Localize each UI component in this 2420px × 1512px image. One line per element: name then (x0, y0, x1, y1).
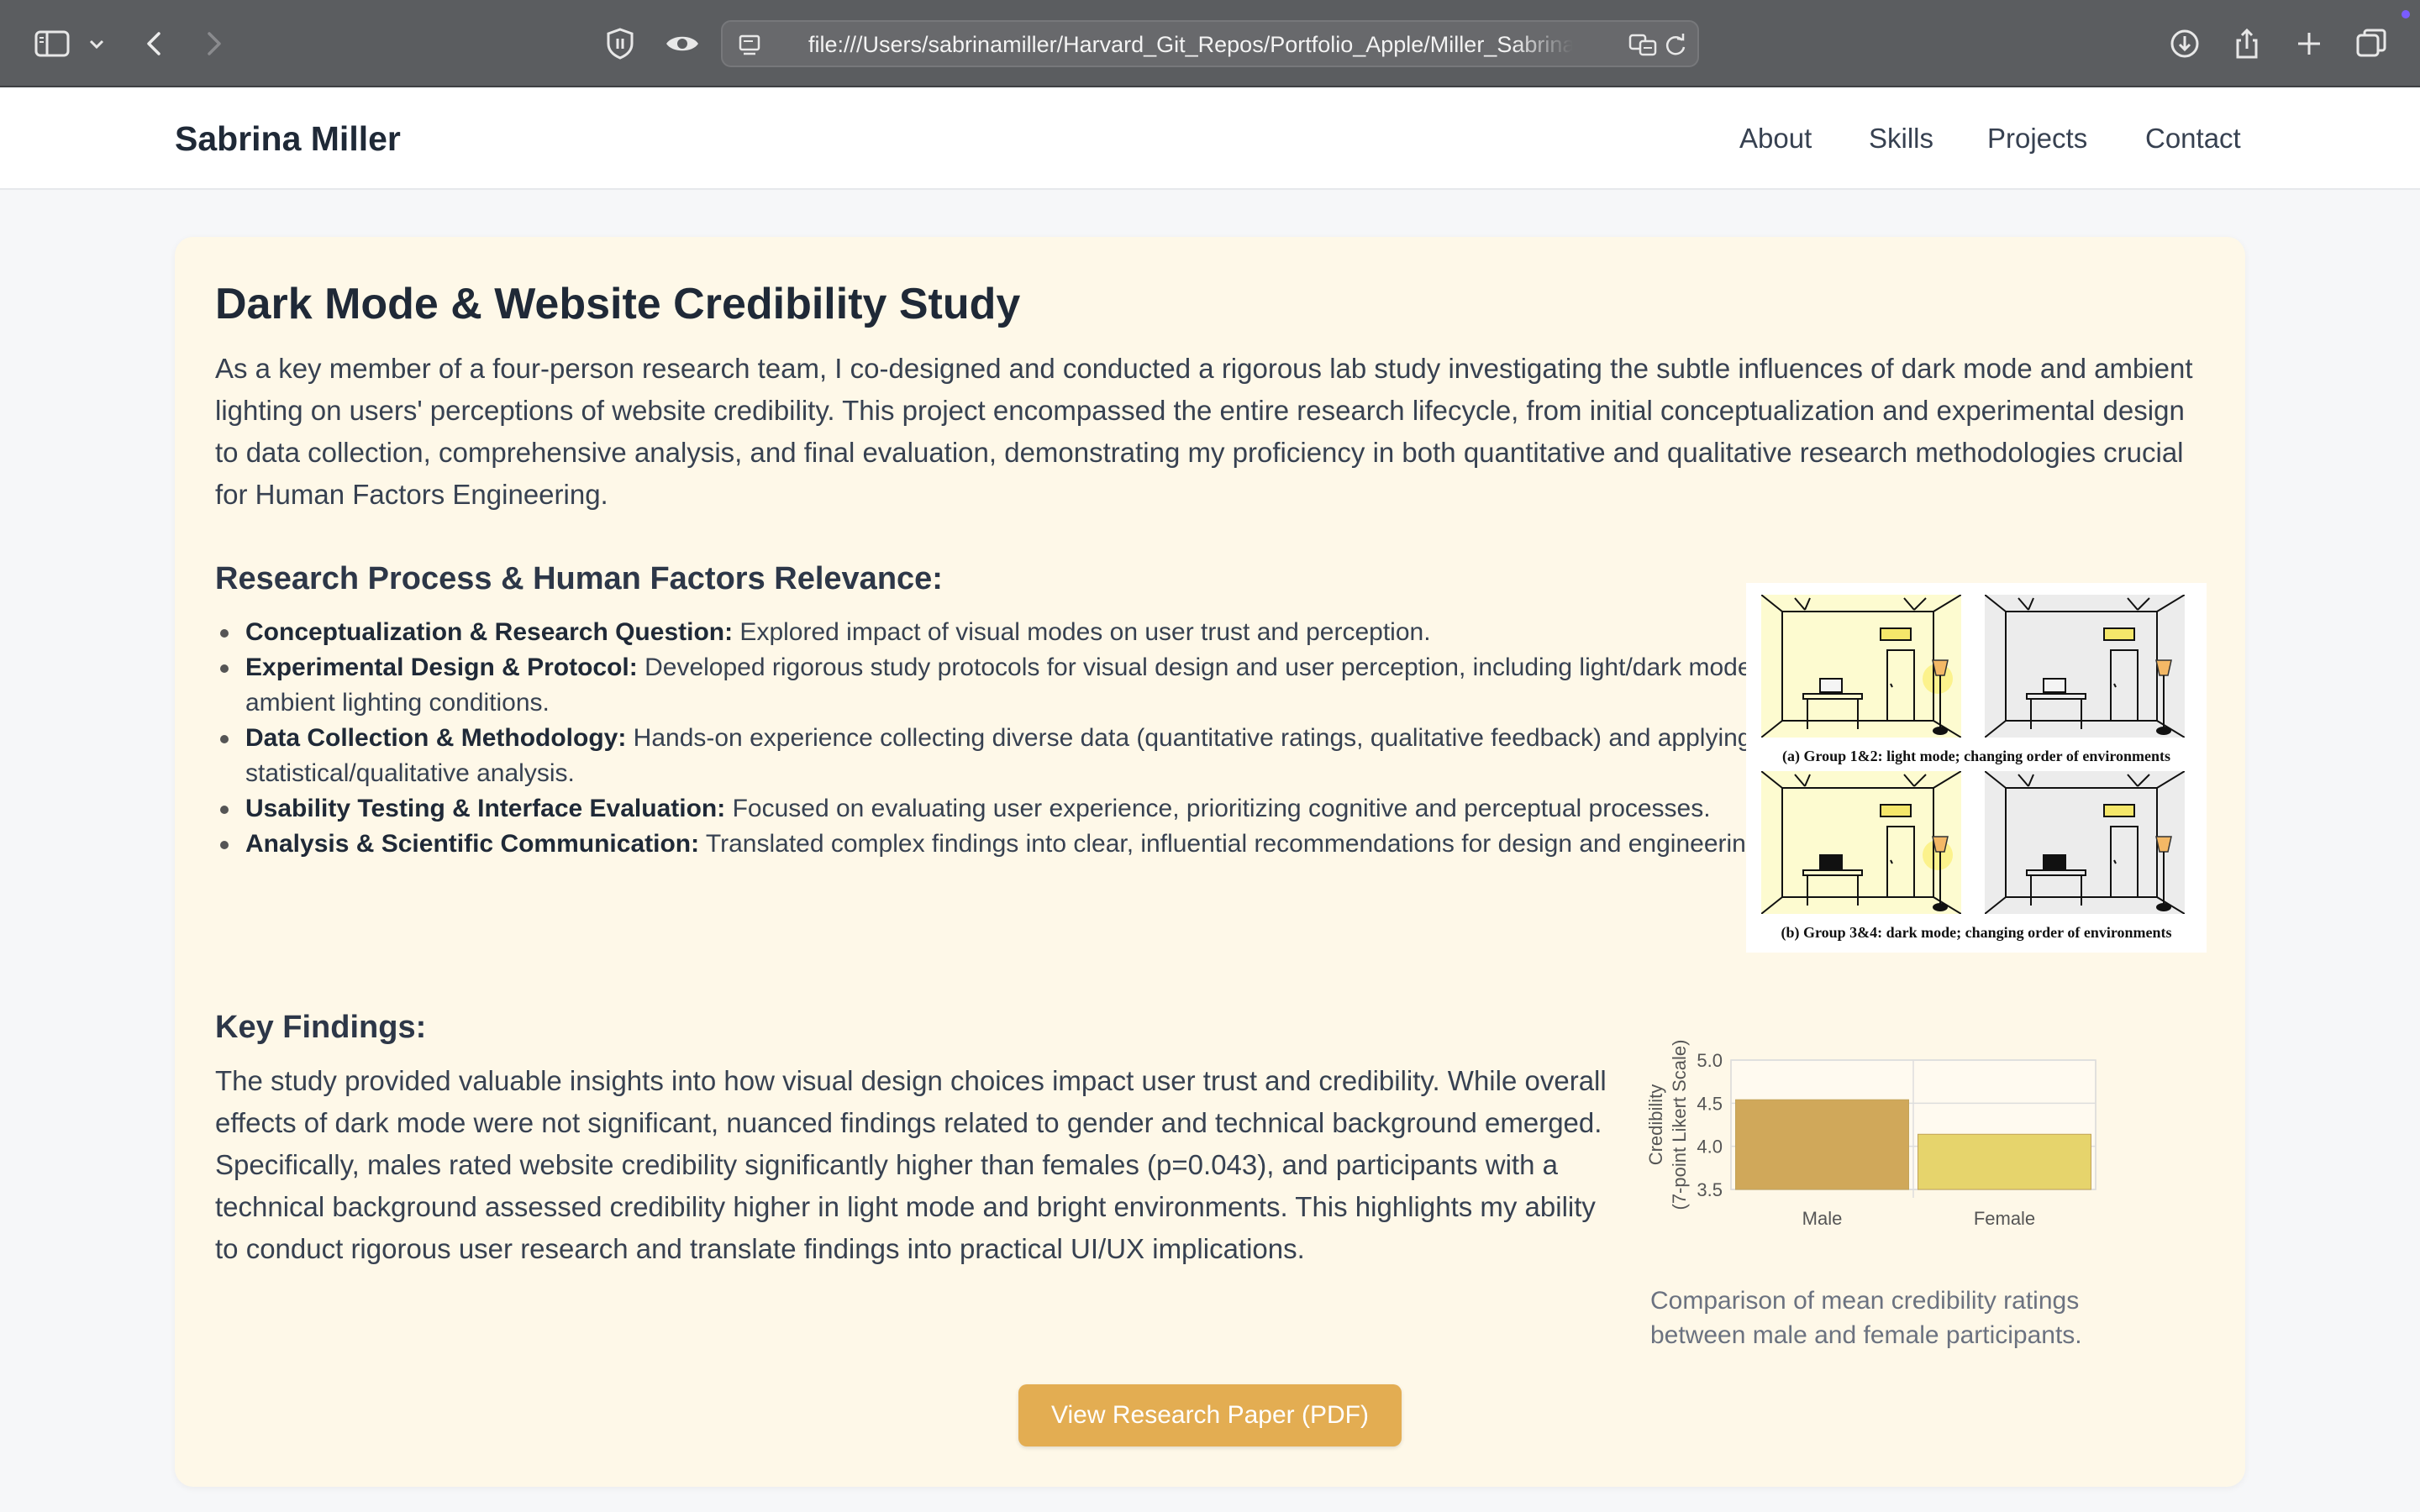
bar-male (1735, 1099, 1909, 1190)
figure-caption-b: (b) Group 3&4: dark mode; changing order… (1781, 924, 2172, 941)
notification-dot (2402, 10, 2410, 18)
view-paper-button[interactable]: View Research Paper (PDF) (1018, 1384, 1402, 1446)
bullet-text: Explored impact of visual modes on user … (733, 618, 1431, 646)
chart-svg: 3.5 4.0 4.5 5.0 Male Female Credibility (7-poin… (1645, 1040, 2096, 1229)
share-icon[interactable] (2227, 24, 2267, 64)
back-icon[interactable] (134, 24, 175, 64)
translate-icon[interactable] (1627, 29, 1660, 62)
tabs-icon[interactable] (2351, 24, 2391, 64)
forward-icon[interactable] (193, 24, 234, 64)
eye-icon[interactable] (662, 24, 702, 64)
download-icon[interactable] (2165, 24, 2205, 64)
room-panel-dark-bright (1760, 770, 1962, 915)
bullet-label: Data Collection & Methodology: (245, 724, 627, 752)
credibility-bar-chart: 3.5 4.0 4.5 5.0 Male Female Credibility (7-poin… (1553, 1035, 2208, 1304)
list-item: Experimental Design & Protocol: Develope… (215, 650, 1879, 721)
room-panel-light-bright (1760, 594, 1962, 738)
project-intro: As a key member of a four-person researc… (215, 353, 2193, 510)
list-item: Conceptualization & Research Question: E… (215, 615, 1879, 650)
list-item: Analysis & Scientific Communication: Tra… (215, 827, 1879, 862)
bar-female (1918, 1133, 2091, 1190)
nav-about[interactable]: About (1739, 123, 1812, 155)
bullet-label: Experimental Design & Protocol: (245, 654, 638, 681)
study-environment-figure: (a) Group 1&2: light mode; changing orde… (1746, 583, 2207, 953)
nav-projects[interactable]: Projects (1987, 123, 2087, 155)
nav-contact[interactable]: Contact (2145, 123, 2241, 155)
figure-caption-a: (a) Group 1&2: light mode; changing orde… (1782, 748, 2170, 764)
y-axis-label: Credibility (1645, 1084, 1666, 1166)
list-item: Usability Testing & Interface Evaluation… (215, 791, 1879, 827)
project-card: Dark Mode & Website Credibility Study As… (175, 237, 2245, 1487)
room-panel-light-dim (1984, 594, 2186, 738)
bullet-label: Conceptualization & Research Question: (245, 618, 734, 646)
y-tick-label: 3.5 (1697, 1179, 1723, 1200)
shield-icon[interactable] (600, 24, 640, 64)
bullet-text: Translated complex findings into clear, … (699, 830, 1843, 858)
browser-toolbar: file:///Users/sabrinamiller/Harvard_Git_… (0, 0, 2420, 87)
chevron-down-icon[interactable] (84, 24, 109, 64)
list-item: Data Collection & Methodology: Hands-on … (215, 721, 1879, 791)
y-tick-label: 4.0 (1697, 1137, 1723, 1158)
project-title: Dark Mode & Website Credibility Study (215, 280, 1021, 328)
bullet-label: Analysis & Scientific Communication: (245, 830, 700, 858)
x-tick-label: Male (1802, 1208, 1843, 1229)
findings-heading: Key Findings: (215, 1010, 427, 1045)
sidebar-icon[interactable] (32, 24, 72, 64)
y-tick-label: 5.0 (1697, 1050, 1723, 1071)
x-tick-label: Female (1974, 1208, 2035, 1229)
site-header: Sabrina Miller About Skills Projects Con… (0, 89, 2420, 190)
process-heading: Research Process & Human Factors Relevan… (215, 561, 943, 596)
nav-skills[interactable]: Skills (1869, 123, 1933, 155)
url-text[interactable]: file:///Users/sabrinamiller/Harvard_Git_… (808, 32, 1573, 58)
bullet-label: Usability Testing & Interface Evaluation… (245, 795, 726, 822)
y-axis-label: (7-point Likert Scale) (1669, 1040, 1690, 1210)
address-bar[interactable]: file:///Users/sabrinamiller/Harvard_Git_… (721, 20, 1699, 67)
reload-icon[interactable] (1659, 29, 1692, 62)
process-list: Conceptualization & Research Question: E… (215, 615, 1879, 862)
findings-text: The study provided valuable insights int… (215, 1065, 1607, 1264)
y-tick-label: 4.5 (1697, 1093, 1723, 1114)
room-panel-dark-dim (1984, 770, 2186, 915)
page-icon[interactable] (734, 29, 768, 62)
chart-caption: Comparison of mean credibility ratings b… (1650, 1287, 2082, 1349)
site-brand[interactable]: Sabrina Miller (175, 119, 401, 159)
plus-icon[interactable] (2289, 24, 2329, 64)
bullet-text: Focused on evaluating user experience, p… (725, 795, 1711, 822)
